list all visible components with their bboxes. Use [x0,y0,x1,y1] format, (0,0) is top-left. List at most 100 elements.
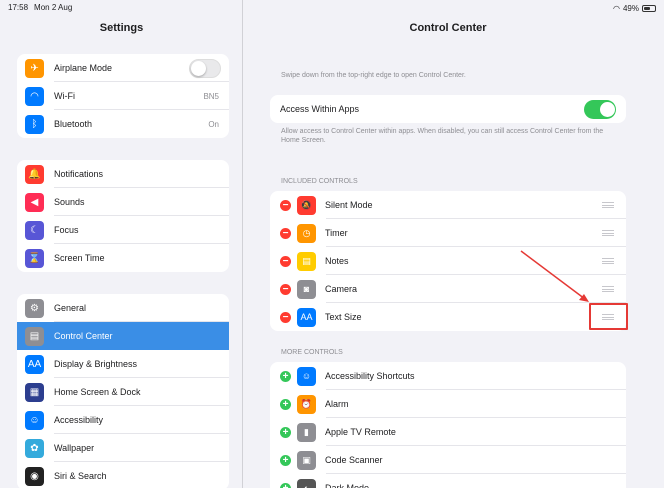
control-label: Accessibility Shortcuts [325,371,415,381]
add-control-button[interactable]: + [280,398,291,410]
dark-mode-icon: ◐ [297,478,316,488]
access-description: Allow access to Control Center within ap… [281,128,604,144]
moon-icon: ☾ [25,220,44,240]
sidebar-item-wallpaper[interactable]: ✿ Wallpaper [17,434,229,462]
sidebar-item-label: General [54,303,87,313]
add-control-button[interactable]: + [280,426,291,438]
control-label: Text Size [325,312,362,322]
remove-control-button[interactable]: − [280,199,291,211]
sidebar-item-value: BN5 [203,91,219,101]
sidebar-item-bluetooth[interactable]: ᛒ Bluetooth On [17,110,229,138]
camera-icon: ◙ [297,279,316,299]
sidebar-item-label: Notifications [54,169,104,179]
drag-handle-icon[interactable] [602,230,614,236]
toggles-icon: ▤ [25,326,44,346]
included-controls-header: INCLUDED CONTROLS [281,178,358,185]
sidebar-item-label: Sounds [54,197,85,207]
status-bar: 17:58 Mon 2 Aug ◠ 49% [0,0,664,14]
wifi-icon: ◠ [25,86,44,106]
remove-control-button[interactable]: − [280,283,291,295]
sidebar-item-airplane-mode[interactable]: ✈ Airplane Mode [17,54,229,82]
text-size-icon: AA [297,307,316,327]
control-row-notes: − ▤ Notes [270,247,626,275]
sidebar-item-screen-time[interactable]: ⌛ Screen Time [17,244,229,272]
sidebar-item-value: On [208,119,219,129]
sidebar-item-display-brightness[interactable]: AA Display & Brightness [17,350,229,378]
sidebar-item-label: Accessibility [54,415,104,425]
sidebar-item-accessibility[interactable]: ☺ Accessibility [17,406,229,434]
control-row-dark-mode: + ◐ Dark Mode [270,474,626,488]
accessibility-icon: ☺ [297,366,316,386]
sidebar-item-label: Wi-Fi [54,91,75,101]
bell-slash-icon: 🔕 [297,195,316,215]
control-row-timer: − ◷ Timer [270,219,626,247]
control-label: Code Scanner [325,455,383,465]
timer-icon: ◷ [297,223,316,243]
sidebar-item-wi-fi[interactable]: ◠ Wi-Fi BN5 [17,82,229,110]
sidebar-item-label: Bluetooth [54,119,93,129]
sidebar-item-label: Focus [54,225,79,235]
more-controls-header: MORE CONTROLS [281,349,343,356]
remove-control-button[interactable]: − [280,255,291,267]
bell-icon: 🔔 [25,164,44,184]
control-row-text-size: − AA Text Size [270,303,626,331]
add-control-button[interactable]: + [280,370,291,382]
sidebar-item-control-center[interactable]: ▤ Control Center [17,322,229,350]
access-within-apps-label: Access Within Apps [280,104,360,114]
included-controls-list: − 🔕 Silent Mode − ◷ Timer − ▤ Notes − ◙ Camera − AA Te… [270,191,626,331]
sidebar-item-siri-search[interactable]: ◉ Siri & Search [17,462,229,488]
battery-icon [642,5,656,12]
sidebar-item-home-screen-dock[interactable]: ▦ Home Screen & Dock [17,378,229,406]
remote-icon: ▮ [297,422,316,442]
sidebar-item-label: Screen Time [54,253,105,263]
airplane-mode-toggle[interactable] [189,58,221,78]
sidebar-title: Settings [99,22,144,34]
status-date: Mon 2 Aug [34,3,73,12]
sidebar-group-notifications: 🔔 Notifications ◀ Sounds ☾ Focus ⌛ Screen Time [17,160,229,272]
speaker-icon: ◀ [25,192,44,212]
qr-icon: ▣ [297,450,316,470]
control-label: Camera [325,284,358,294]
status-left: 17:58 Mon 2 Aug [8,3,78,14]
battery-level: 49% [622,4,639,13]
grid-icon: ▦ [25,382,44,402]
control-label: Silent Mode [325,200,373,210]
drag-handle-icon[interactable] [602,286,614,292]
alarm-icon: ⏰ [297,394,316,414]
control-label: Alarm [325,399,349,409]
sidebar-item-focus[interactable]: ☾ Focus [17,216,229,244]
remove-control-button[interactable]: − [280,311,291,323]
hourglass-icon: ⌛ [25,248,44,268]
control-row-alarm: + ⏰ Alarm [270,390,626,418]
add-control-button[interactable]: + [280,454,291,466]
sidebar-item-label: Display & Brightness [54,359,138,369]
intro-text: Swipe down from the top-right edge to op… [281,72,466,79]
notes-icon: ▤ [297,251,316,271]
drag-handle-icon[interactable] [602,258,614,264]
sidebar-item-label: Wallpaper [54,443,95,453]
sidebar-item-label: Siri & Search [54,471,107,481]
control-row-silent-mode: − 🔕 Silent Mode [270,191,626,219]
control-label: Apple TV Remote [325,427,396,437]
control-row-accessibility-shortcuts: + ☺ Accessibility Shortcuts [270,362,626,390]
sidebar-item-sounds[interactable]: ◀ Sounds [17,188,229,216]
access-within-apps-toggle[interactable] [584,99,616,119]
sidebar-item-general[interactable]: ⚙ General [17,294,229,322]
drag-handle-icon[interactable] [602,202,614,208]
access-within-apps-row: Access Within Apps [270,95,626,123]
sidebar: Settings ✈ Airplane Mode ◠ Wi-Fi BN5 ᛒ Bluetoo… [0,0,243,488]
remove-control-button[interactable]: − [280,227,291,239]
sidebar-item-notifications[interactable]: 🔔 Notifications [17,160,229,188]
bluetooth-icon: ᛒ [25,114,44,134]
page-title: Control Center [409,22,487,34]
text-size-icon: AA [25,354,44,374]
control-row-code-scanner: + ▣ Code Scanner [270,446,626,474]
add-control-button[interactable]: + [280,482,291,488]
accessibility-icon: ☺ [25,410,44,430]
status-time: 17:58 [8,3,29,12]
control-row-camera: − ◙ Camera [270,275,626,303]
control-label: Notes [325,256,349,266]
control-label: Timer [325,228,348,238]
highlight-box [589,303,628,330]
sidebar-item-label: Home Screen & Dock [54,387,141,397]
